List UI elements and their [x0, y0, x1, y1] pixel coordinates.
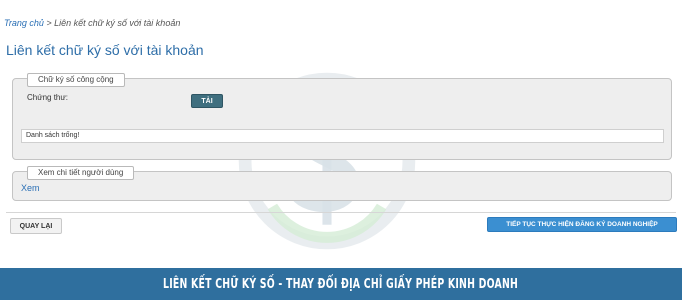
view-user-details-link[interactable]: Xem [21, 183, 40, 193]
public-signature-legend: Chữ ký số công cộng [27, 73, 125, 87]
public-signature-fieldset: Chữ ký số công cộng Chứng thư: TẢI Danh … [12, 73, 672, 160]
breadcrumb-current: Liên kết chữ ký số với tài khoản [54, 18, 181, 28]
caption-banner-text: LIÊN KẾT CHỮ KÝ SỐ - THAY ĐỔI ĐỊA CHỈ GI… [163, 276, 519, 292]
divider [6, 212, 676, 213]
load-certificate-button[interactable]: TẢI [191, 94, 223, 108]
continue-registration-button[interactable]: TIẾP TỤC THỰC HIỆN ĐĂNG KÝ DOANH NGHIỆP [487, 217, 677, 232]
breadcrumb-separator: > [43, 18, 55, 28]
back-button[interactable]: QUAY LẠI [10, 218, 62, 234]
user-details-legend: Xem chi tiết người dùng [27, 166, 135, 180]
caption-banner: LIÊN KẾT CHỮ KÝ SỐ - THAY ĐỔI ĐỊA CHỈ GI… [0, 268, 682, 300]
certificate-list: Danh sách trống! [21, 129, 664, 143]
breadcrumb: Trang chủ > Liên kết chữ ký số với tài k… [4, 18, 180, 28]
user-details-fieldset: Xem chi tiết người dùng Xem [12, 166, 672, 201]
breadcrumb-home-link[interactable]: Trang chủ [4, 18, 44, 28]
certificate-label: Chứng thư: [27, 93, 68, 102]
page-title: Liên kết chữ ký số với tài khoản [6, 42, 204, 58]
